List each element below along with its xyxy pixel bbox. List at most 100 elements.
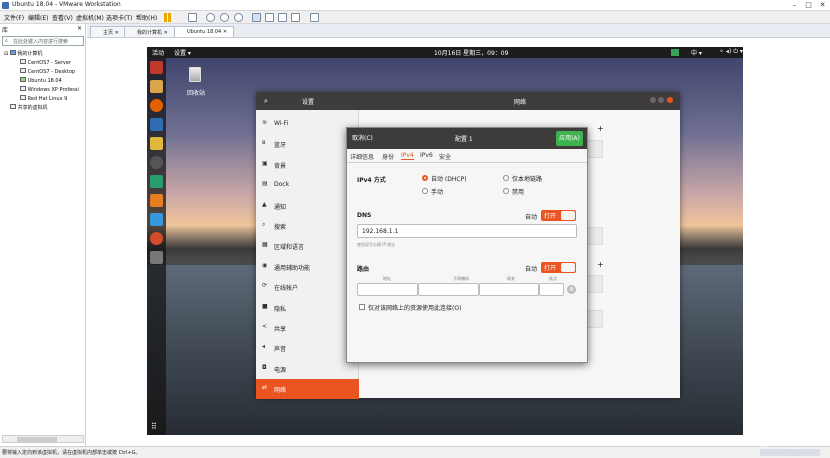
tree-vm-centos-server[interactable]: CentOS7 - Server [20,59,71,66]
sidebar-item-power[interactable]: ◘ 电源 [256,359,359,379]
show-apps-icon[interactable]: ⠿ [151,422,161,432]
trash-desktop-icon[interactable]: 回收站 [183,65,207,99]
routes-auto-switch[interactable]: 打开 [541,262,576,273]
dns-input[interactable]: 192.168.1.1 [357,224,577,238]
dock-settings-icon[interactable] [150,251,163,264]
library-hscrollbar[interactable] [2,435,84,443]
snapshot-manager-icon[interactable] [234,13,243,22]
scrollbar-thumb[interactable] [17,437,57,442]
thumbnail-view-icon[interactable] [265,13,274,22]
minimize-window-icon[interactable] [650,97,656,103]
dns-auto-switch[interactable]: 打开 [541,210,576,221]
sidebar-item-sound[interactable]: ◂ 声音 [256,338,359,358]
input-method-indicator[interactable]: 中 ▾ [691,48,702,57]
dock-rhythmbox-icon[interactable] [150,156,163,169]
tree-vm-winxp[interactable]: Windows XP Professi [20,86,79,93]
maximize-window-icon[interactable] [658,97,664,103]
menu-file[interactable]: 文件(F) [4,13,24,22]
sidebar-item-dock[interactable]: ▤ Dock [256,175,359,195]
route-gateway-input[interactable] [479,283,539,296]
close-window-icon[interactable] [667,97,673,103]
dock-firefox-icon[interactable] [150,99,163,112]
device-status-icons[interactable] [760,449,820,456]
menu-tabs[interactable]: 选项卡(T) [106,13,132,22]
dock-help-icon[interactable] [150,232,163,245]
only-local-checkbox[interactable] [359,304,365,310]
add-connection-icon[interactable]: + [597,124,604,133]
tree-my-computer[interactable]: ⊟ 我的计算机 [4,50,42,57]
activities-button[interactable]: 活动 [152,48,164,57]
dock-writer-icon[interactable] [150,213,163,226]
dock-thunderbird-icon[interactable] [150,80,163,93]
route-metric-input[interactable] [539,283,564,296]
menu-edit[interactable]: 编辑(E) [28,13,48,22]
tab-home[interactable]: 主页 ✕ [90,26,126,37]
sidebar-item-background[interactable]: ▣ 背景 [256,155,359,175]
library-search-input[interactable]: ⌕ 在此处键入内容进行搜索 [2,36,84,46]
menu-view[interactable]: 查看(V) [52,13,73,22]
radio-dhcp[interactable] [422,175,428,181]
only-local-label: 仅对该网络上的资源使用此连接(O) [368,305,462,312]
tab-ipv4[interactable]: IPv4 [401,152,414,160]
route-netmask-input[interactable] [418,283,479,296]
tree-vm-label: Ubuntu 18.04 [27,78,62,84]
system-menu-icon[interactable]: ⚬ ◂) ⏻ ▾ [719,48,743,56]
sidebar-item-privacy[interactable]: ■ 隐私 [256,298,359,318]
unity-icon[interactable] [291,13,300,22]
tab-ipv6[interactable]: IPv6 [420,152,433,159]
network-status-icon[interactable] [671,49,679,56]
route-address-input[interactable] [357,283,418,296]
console-view-icon[interactable] [310,13,319,22]
sidebar-item-region[interactable]: ▦ 区域和语言 [256,236,359,256]
close-button[interactable]: ✕ [818,1,827,9]
radio-disabled[interactable] [503,188,509,194]
sidebar-item-bluetooth[interactable]: ʙ 蓝牙 [256,134,359,154]
tab-identity[interactable]: 身份 [382,152,394,161]
settings-app-menu[interactable]: 设置 ▾ [174,48,191,57]
dns-label: DNS [357,212,372,219]
send-ctrl-alt-del-icon[interactable] [188,13,197,22]
tab-details[interactable]: 详细信息 [350,152,374,161]
tab-ubuntu[interactable]: Ubuntu 18.04 ✕ [174,26,235,37]
sidebar-item-notification[interactable]: ▲ 通知 [256,196,359,216]
pause-icon[interactable] [164,13,167,22]
network-page-title: 网络 [514,99,527,106]
snapshot-icon[interactable] [206,13,215,22]
settings-search-icon[interactable]: ⌕ [264,97,268,106]
dock-terminal-icon[interactable] [150,61,163,74]
revert-snapshot-icon[interactable] [220,13,229,22]
sidebar-item-accessibility[interactable]: ◉ 通用辅助功能 [256,257,359,277]
tab-my-computer[interactable]: 我的计算机 ✕ [124,26,175,37]
dock-mail-icon[interactable] [150,118,163,131]
radio-link-local[interactable] [503,175,509,181]
menu-vm[interactable]: 虚拟机(M) [76,13,104,22]
sidebar-item-search[interactable]: ⌕ 搜索 [256,216,359,236]
tab-close-icon[interactable]: ✕ [164,30,168,36]
add-vpn-icon[interactable]: + [597,260,604,269]
route-delete-icon[interactable]: ⊗ [567,285,576,294]
cancel-button[interactable]: 取消(C) [352,133,373,142]
dock-shotwell-icon[interactable] [150,175,163,188]
clock[interactable]: 10月16日 星期三，09：09 [434,48,508,57]
menu-help[interactable]: 帮助(H) [136,13,157,22]
radio-manual[interactable] [422,188,428,194]
fullscreen-icon[interactable] [278,13,287,22]
tab-close-icon[interactable]: ✕ [115,30,119,36]
sidebar-item-wifi[interactable]: ≋ Wi-Fi [256,114,359,134]
sidebar-item-share[interactable]: < 共享 [256,318,359,338]
sidebar-item-network[interactable]: ⇄ 网络 [256,379,359,400]
library-view-icon[interactable] [252,13,261,22]
minimize-button[interactable]: – [790,1,799,9]
tree-vm-centos-desktop[interactable]: CentOS7 - Desktop [20,68,75,75]
tree-vm-ubuntu[interactable]: Ubuntu 18.04 [20,77,62,84]
tab-security[interactable]: 安全 [439,152,451,161]
sidebar-item-online-accounts[interactable]: ⟳ 在线帐户 [256,277,359,297]
dock-software-icon[interactable] [150,194,163,207]
tab-close-icon[interactable]: ✕ [223,29,227,35]
dock-files-icon[interactable] [150,137,163,150]
apply-button[interactable]: 应用(A) [556,131,583,146]
tree-vm-redhat[interactable]: Red Hat Linux 9 [20,95,67,102]
close-library-icon[interactable]: ✕ [77,25,82,32]
tree-shared-vms[interactable]: 共享的虚拟机 [10,104,48,111]
maximize-button[interactable]: □ [804,1,813,9]
